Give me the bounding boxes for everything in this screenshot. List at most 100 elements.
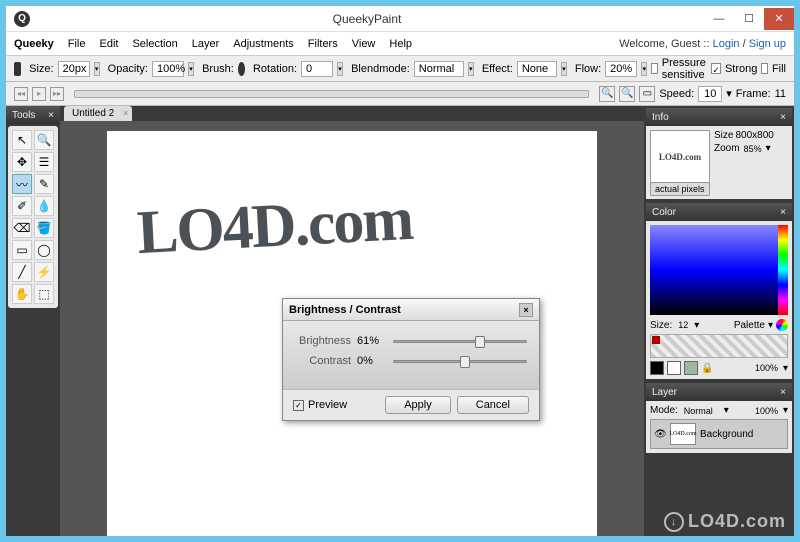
apply-button[interactable]: Apply [385,396,451,414]
effect-dropdown-icon[interactable]: ▾ [561,62,567,76]
pointer-tool[interactable]: ↖ [12,130,32,150]
pencil-tool[interactable]: ✎ [34,174,54,194]
palette-label[interactable]: Palette [734,320,765,331]
menu-adjustments[interactable]: Adjustments [233,38,294,50]
brightness-slider[interactable] [393,335,527,347]
rotation-field[interactable]: 0 [301,61,333,77]
contrast-slider-thumb[interactable] [460,356,470,368]
flow-dropdown-icon[interactable]: ▾ [641,62,647,76]
layer-mode-field[interactable]: Normal [681,406,721,416]
layer-opacity-dropdown-icon[interactable]: ▾ [783,405,788,416]
speed-field[interactable]: 10 [698,86,722,102]
menu-help[interactable]: Help [389,38,412,50]
color-picker[interactable] [650,225,788,315]
layer-opacity-field[interactable]: 100% [753,406,780,416]
maximize-button[interactable]: ☐ [734,8,764,30]
opacity-dropdown-icon[interactable]: ▾ [188,62,194,76]
layer-visibility-icon[interactable]: 👁 [654,429,666,440]
swatch-grid[interactable] [650,334,788,358]
drawn-content: LO4D.com [135,184,413,269]
layer-mode-dropdown-icon[interactable]: ▾ [724,405,729,416]
brush-size-dropdown-icon[interactable]: ▾ [694,320,699,331]
brightness-slider-thumb[interactable] [475,336,485,348]
menu-view[interactable]: View [352,38,376,50]
size-field[interactable]: 20px [58,61,90,77]
pen-tool[interactable]: ✐ [12,196,32,216]
strong-checkbox[interactable] [711,63,721,74]
color-wheel-icon[interactable] [776,319,788,331]
zoom-tool[interactable]: 🔍 [34,130,54,150]
size-dropdown-icon[interactable]: ▾ [94,62,100,76]
document-tab[interactable]: Untitled 2 × [64,106,132,121]
zoom-field[interactable]: 85% [742,144,764,154]
contrast-value: 0% [357,355,387,367]
blendmode-field[interactable]: Normal [414,61,464,77]
crop-tool[interactable]: ⬚ [34,284,54,304]
lock-icon[interactable]: 🔒 [701,363,713,374]
minimize-button[interactable]: — [704,8,734,30]
login-link[interactable]: Login [713,38,740,50]
timeline-track[interactable] [74,90,589,98]
color-opacity-field[interactable]: 100% [753,363,780,373]
secondary-color[interactable] [684,361,698,375]
line-tool[interactable]: ╱ [12,262,32,282]
brush-shape-icon[interactable] [238,62,245,76]
brand-label[interactable]: Queeky [14,38,54,50]
fill-checkbox[interactable] [761,63,768,74]
contrast-slider[interactable] [393,355,527,367]
brush-tool[interactable]: 〰 [12,174,32,194]
blendmode-dropdown-icon[interactable]: ▾ [468,62,474,76]
canvas-preview[interactable]: LO4D.com [650,130,710,184]
layer-panel-close-icon[interactable]: × [780,387,786,398]
rectangle-tool[interactable]: ▭ [12,240,32,260]
menu-layer[interactable]: Layer [192,38,220,50]
eraser-tool[interactable]: ⌫ [12,218,32,238]
palette-dropdown-icon[interactable]: ▾ [768,320,773,331]
tab-close-icon[interactable]: × [123,108,128,118]
signup-link[interactable]: Sign up [749,38,786,50]
brush-preview-icon[interactable] [14,62,21,76]
blur-tool[interactable]: 💧 [34,196,54,216]
dialog-header[interactable]: Brightness / Contrast × [283,299,539,321]
watermark-icon: ↓ [664,512,684,532]
background-color[interactable] [667,361,681,375]
actual-pixels-button[interactable]: actual pixels [650,182,710,196]
foreground-color[interactable] [650,361,664,375]
effect-field[interactable]: None [517,61,557,77]
flow-field[interactable]: 20% [605,61,637,77]
zoom-dropdown-icon[interactable]: ▾ [766,143,771,154]
cancel-button[interactable]: Cancel [457,396,529,414]
swatch-item[interactable] [652,336,660,344]
hand-tool[interactable]: ✋ [12,284,32,304]
fit-button[interactable]: ▭ [639,86,655,102]
pressure-checkbox[interactable] [651,63,658,74]
speed-dropdown-icon[interactable]: ▾ [726,87,732,100]
forward-button[interactable]: ▸▸ [50,87,64,101]
bucket-tool[interactable]: 🪣 [34,218,54,238]
close-button[interactable]: ✕ [764,8,794,30]
zoom-out-button[interactable]: 🔍 [599,86,615,102]
preview-checkbox[interactable]: ✓ [293,400,304,411]
rotation-dropdown-icon[interactable]: ▾ [337,62,343,76]
document-tabbar: Untitled 2 × [60,106,644,121]
tools-panel-close-icon[interactable]: × [48,110,54,121]
hue-bar[interactable] [778,225,788,315]
zoom-in-button[interactable]: 🔍 [619,86,635,102]
layer-item[interactable]: 👁 LO4D.com Background [650,419,788,449]
info-panel-close-icon[interactable]: × [780,112,786,123]
opacity-field[interactable]: 100% [152,61,184,77]
move-tool[interactable]: ✥ [12,152,32,172]
play-button[interactable]: ▸ [32,87,46,101]
dialog-close-icon[interactable]: × [519,303,533,317]
rewind-button[interactable]: ◂◂ [14,87,28,101]
lasso-tool[interactable]: ☰ [34,152,54,172]
ellipse-tool[interactable]: ◯ [34,240,54,260]
brush-size-field[interactable]: 12 [675,320,691,330]
color-opacity-dropdown-icon[interactable]: ▾ [783,363,788,374]
lightning-tool[interactable]: ⚡ [34,262,54,282]
menu-file[interactable]: File [68,38,86,50]
menu-filters[interactable]: Filters [308,38,338,50]
color-panel-close-icon[interactable]: × [780,207,786,218]
menu-selection[interactable]: Selection [132,38,177,50]
menu-edit[interactable]: Edit [99,38,118,50]
